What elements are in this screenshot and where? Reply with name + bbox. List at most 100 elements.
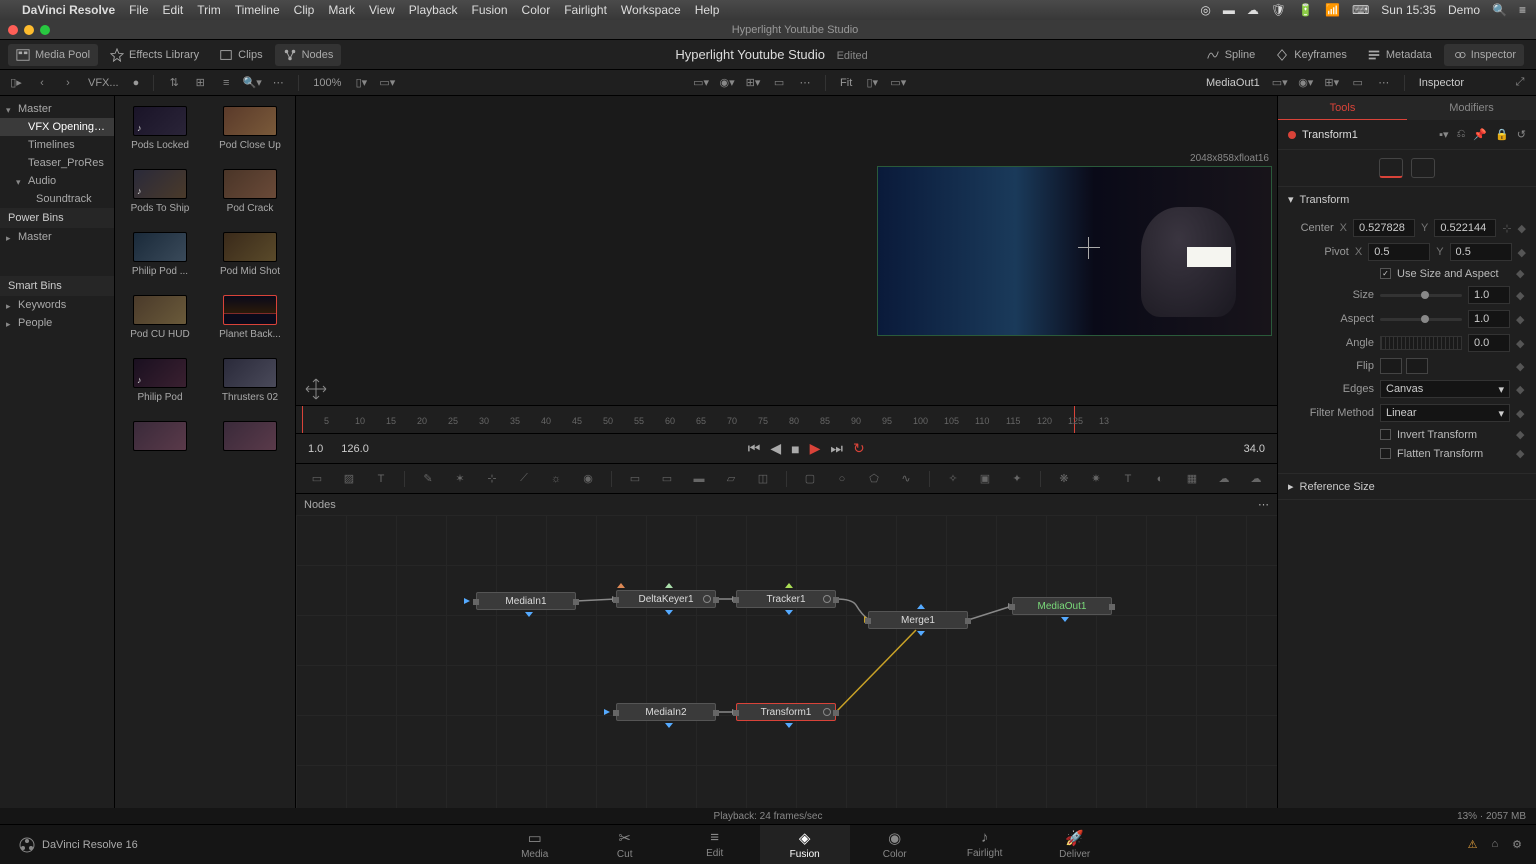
pivot-y-input[interactable] xyxy=(1450,243,1512,261)
home-icon[interactable]: ⌂ xyxy=(1491,838,1498,851)
flip-v-button[interactable] xyxy=(1406,358,1428,374)
tool-transform[interactable]: ▭ xyxy=(658,470,676,488)
sort-icon[interactable]: ⇅ xyxy=(164,73,184,93)
nav-back-icon[interactable]: ‹ xyxy=(32,73,52,93)
nodes-canvas[interactable]: MediaIn1DeltaKeyer1Tracker1Merge1MediaOu… xyxy=(296,515,1277,824)
angle-input[interactable] xyxy=(1468,334,1510,352)
spotlight-icon[interactable]: 🔍 xyxy=(1492,3,1507,17)
page-fusion[interactable]: ◈Fusion xyxy=(760,825,850,864)
flatten-keyframe-icon[interactable]: ◆ xyxy=(1516,447,1526,460)
tool-background[interactable]: ▭ xyxy=(308,470,326,488)
tool-light3d[interactable]: ✦ xyxy=(1008,470,1026,488)
status-icon[interactable]: 📶 xyxy=(1325,3,1340,17)
node-mediaout1[interactable]: MediaOut1 xyxy=(1012,597,1112,615)
edges-select[interactable]: Canvas▾ xyxy=(1380,380,1510,398)
tab-tools[interactable]: Tools xyxy=(1278,96,1407,120)
fullscreen-window-button[interactable] xyxy=(40,25,50,35)
menubar-app-name[interactable]: DaVinci Resolve xyxy=(22,3,115,17)
viewer-b-layout-icon[interactable]: ▯▾ xyxy=(862,73,882,93)
tree-people[interactable]: ▸People xyxy=(0,314,114,332)
tool-3d[interactable]: ✧ xyxy=(944,470,962,488)
usa-keyframe-icon[interactable]: ◆ xyxy=(1516,267,1526,280)
media-item[interactable]: Pod Mid Shot xyxy=(215,232,285,277)
menu-fairlight[interactable]: Fairlight xyxy=(564,3,607,17)
tree-power-master[interactable]: ▸Master xyxy=(0,228,114,246)
node-pin-icon[interactable]: 📌 xyxy=(1473,128,1487,141)
goto-end-button[interactable]: ⏭ xyxy=(830,440,843,457)
nodes-panel-menu-icon[interactable]: ⋯ xyxy=(1258,498,1269,511)
tool-fog[interactable]: ☁ xyxy=(1215,470,1233,488)
center-x-input[interactable] xyxy=(1353,219,1415,237)
media-item[interactable]: Pod CU HUD xyxy=(125,295,195,340)
size-slider[interactable] xyxy=(1380,294,1462,297)
viewer-b-channel-icon[interactable]: ◉▾ xyxy=(1296,73,1316,93)
breadcrumb[interactable]: VFX... xyxy=(84,77,123,89)
menubar-user[interactable]: Demo xyxy=(1448,3,1480,17)
viewer-left[interactable] xyxy=(296,96,872,405)
media-item[interactable]: Thrusters 02 xyxy=(215,358,285,403)
media-pool-button[interactable]: Media Pool xyxy=(8,44,98,66)
angle-wheel[interactable] xyxy=(1380,336,1462,350)
minimize-window-button[interactable] xyxy=(24,25,34,35)
loop-button[interactable]: ↻ xyxy=(853,440,865,457)
tool-matte[interactable]: ▬ xyxy=(690,470,708,488)
media-item[interactable] xyxy=(215,421,285,455)
menu-trim[interactable]: Trim xyxy=(197,3,221,17)
tree-timelines[interactable]: Timelines xyxy=(0,136,114,154)
media-item[interactable]: ♪Pods To Ship xyxy=(125,169,195,214)
fit-label[interactable]: Fit xyxy=(836,77,856,89)
size-keyframe-icon[interactable]: ◆ xyxy=(1516,289,1526,302)
node-mediain2[interactable]: MediaIn2 xyxy=(616,703,716,721)
step-back-button[interactable]: ◀ xyxy=(770,440,781,457)
media-item[interactable]: ♪Pods Locked xyxy=(125,106,195,151)
pivot-keyframe-icon[interactable]: ◆ xyxy=(1518,246,1526,259)
viewer-more-icon[interactable]: ⋯ xyxy=(795,73,815,93)
node-transform1[interactable]: Transform1 xyxy=(736,703,836,721)
inspector-button[interactable]: Inspector xyxy=(1444,44,1524,66)
viewer-b-roi-icon[interactable]: ▭ xyxy=(1348,73,1368,93)
page-fairlight[interactable]: ♪Fairlight xyxy=(940,825,1030,864)
menu-timeline[interactable]: Timeline xyxy=(235,3,280,17)
nodes-button[interactable]: Nodes xyxy=(275,44,342,66)
menu-color[interactable]: Color xyxy=(522,3,551,17)
tab-modifiers[interactable]: Modifiers xyxy=(1407,96,1536,120)
viewer-grid-icon[interactable]: ⊞▾ xyxy=(743,73,763,93)
menu-view[interactable]: View xyxy=(369,3,395,17)
page-deliver[interactable]: 🚀Deliver xyxy=(1030,825,1120,864)
filter-select[interactable]: Linear▾ xyxy=(1380,404,1510,422)
tool-fastnoise[interactable]: ▨ xyxy=(340,470,358,488)
range-start-marker[interactable] xyxy=(302,406,303,433)
tool-shape[interactable]: ◐ xyxy=(1151,470,1169,488)
flip-keyframe-icon[interactable]: ◆ xyxy=(1516,360,1526,373)
tool-render[interactable]: ▦ xyxy=(1183,470,1201,488)
edges-keyframe-icon[interactable]: ◆ xyxy=(1516,383,1526,396)
tree-teaser[interactable]: Teaser_ProRes xyxy=(0,154,114,172)
stop-button[interactable]: ■ xyxy=(791,441,799,457)
viewer-b-layout2-icon[interactable]: ▭▾ xyxy=(888,73,908,93)
aspect-slider[interactable] xyxy=(1380,318,1462,321)
keyframes-button[interactable]: Keyframes xyxy=(1267,44,1355,66)
list-view-icon[interactable]: ≡ xyxy=(216,73,236,93)
tool-text[interactable]: T xyxy=(372,470,390,488)
center-pick-icon[interactable]: ⊹ xyxy=(1502,222,1511,235)
node-color-swatch-icon[interactable]: ▪▾ xyxy=(1439,128,1448,141)
goto-start-button[interactable]: ⏮ xyxy=(748,440,761,457)
tool-mask[interactable]: ✶ xyxy=(451,470,469,488)
settings-gear-icon[interactable]: ⚙ xyxy=(1512,838,1522,851)
status-icon[interactable]: 🛡 xyxy=(1271,3,1286,17)
viewer-layout2-icon[interactable]: ▭▾ xyxy=(377,73,397,93)
status-icon[interactable]: ☁ xyxy=(1247,3,1259,17)
tool-corner[interactable]: ▱ xyxy=(722,470,740,488)
viewer-image[interactable]: 2048x858xfloat16 xyxy=(877,166,1272,336)
media-item[interactable]: ♪Philip Pod xyxy=(125,358,195,403)
invert-keyframe-icon[interactable]: ◆ xyxy=(1516,428,1526,441)
flip-h-button[interactable] xyxy=(1380,358,1402,374)
tool-brush[interactable]: ⟋ xyxy=(515,470,533,488)
tree-keywords[interactable]: ▸Keywords xyxy=(0,296,114,314)
media-item[interactable] xyxy=(125,421,195,455)
viewer-b-grid-icon[interactable]: ⊞▾ xyxy=(1322,73,1342,93)
media-item[interactable]: Pod Close Up xyxy=(215,106,285,151)
clips-button[interactable]: Clips xyxy=(211,44,270,66)
spline-button[interactable]: Spline xyxy=(1198,44,1264,66)
panel-toggle-icon[interactable]: ▯▸ xyxy=(6,73,26,93)
